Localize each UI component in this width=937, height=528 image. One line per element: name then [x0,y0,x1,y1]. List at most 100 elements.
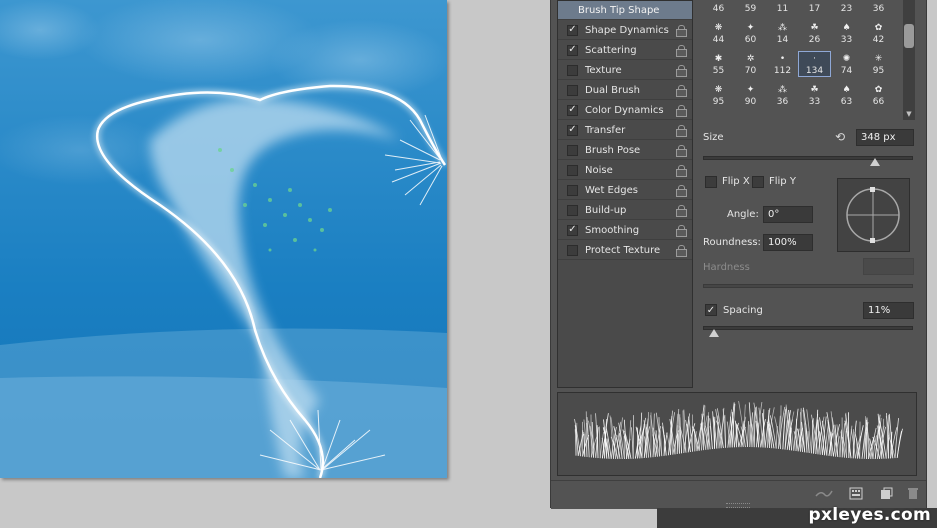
brush-preset-size: 90 [744,97,757,107]
brush-preset-63[interactable]: ♠ 63 [831,83,862,107]
lock-icon[interactable] [676,104,687,117]
preset-scrollbar[interactable]: ▼ [903,0,915,120]
brush-tip-icon: ✦ [746,85,755,95]
brush-option-checkbox[interactable] [567,244,578,256]
lock-icon[interactable] [676,244,687,257]
brush-preset-11[interactable]: •11 [767,0,798,14]
size-label: Size [703,132,724,143]
lock-icon[interactable] [676,144,687,157]
brush-preset-33[interactable]: ☘ 33 [799,83,830,107]
brush-option-protect-texture[interactable]: Protect Texture [558,241,692,260]
brush-option-scattering[interactable]: ✓ Scattering [558,41,692,60]
brush-option-checkbox[interactable]: ✓ [567,124,578,136]
brush-preset-size: 14 [776,35,789,45]
brush-option-brush-pose[interactable]: Brush Pose [558,141,692,160]
brush-option-label: Build-up [585,204,627,216]
brush-option-dual-brush[interactable]: Dual Brush [558,81,692,100]
brush-option-brush-tip-shape[interactable]: Brush Tip Shape [558,1,692,20]
lock-icon[interactable] [676,124,687,137]
lock-icon[interactable] [676,164,687,177]
brush-preset-26[interactable]: ☘ 26 [799,21,830,45]
brush-option-checkbox[interactable] [567,164,578,176]
brush-preset-70[interactable]: ✲ 70 [735,52,766,76]
brush-option-noise[interactable]: Noise [558,161,692,180]
flip-x-label: Flip X [722,176,750,187]
angle-field[interactable]: 0° [763,206,813,223]
brush-preset-44[interactable]: ❋ 44 [703,21,734,45]
brush-preset-36[interactable]: ✳36 [863,0,894,14]
brush-option-checkbox[interactable]: ✓ [567,104,578,116]
brush-preset-55[interactable]: ✱ 55 [703,52,734,76]
brush-option-checkbox[interactable] [567,64,578,76]
brush-preset-60[interactable]: ✦ 60 [735,21,766,45]
brush-preset-17[interactable]: ·17 [799,0,830,14]
lock-icon[interactable] [676,24,687,37]
lock-icon[interactable] [676,224,687,237]
lock-icon[interactable] [676,44,687,57]
brush-option-shape-dynamics[interactable]: ✓ Shape Dynamics [558,21,692,40]
lock-icon[interactable] [676,204,687,217]
brush-panel: Brush Tip Shape ✓ Shape Dynamics ✓ Scatterin… [550,0,927,509]
size-slider-track[interactable] [703,156,913,160]
flip-y-checkbox[interactable] [752,176,764,188]
spacing-value[interactable]: 11% [863,302,914,319]
brush-preset-36[interactable]: ⁂ 36 [767,83,798,107]
brush-option-smoothing[interactable]: ✓ Smoothing [558,221,692,240]
brush-preset-33[interactable]: ♠ 33 [831,21,862,45]
brush-option-transfer[interactable]: ✓ Transfer [558,121,692,140]
spacing-checkbox[interactable]: ✓ [705,304,717,316]
brush-preset-size: 95 [872,66,885,76]
brush-option-color-dynamics[interactable]: ✓ Color Dynamics [558,101,692,120]
brush-option-checkbox[interactable]: ✓ [567,24,578,36]
brush-tip-icon: • [779,54,786,64]
brush-tip-icon: · [813,54,816,64]
size-value[interactable]: 348 px [856,129,914,146]
brush-preset-134[interactable]: · 134 [798,51,831,77]
brush-option-checkbox[interactable] [567,144,578,156]
canvas-artwork[interactable] [0,0,447,478]
lock-icon[interactable] [676,64,687,77]
new-brush-icon[interactable] [879,487,893,500]
preset-scrollbar-thumb[interactable] [904,24,914,48]
brush-preset-23[interactable]: ✺23 [831,0,862,14]
brush-option-checkbox[interactable] [567,204,578,216]
flip-x-checkbox[interactable] [705,176,717,188]
brush-preset-size: 60 [744,35,757,45]
size-slider-thumb[interactable] [870,158,881,166]
reset-size-icon[interactable]: ⟲ [835,130,845,144]
brush-preset-size: 42 [872,35,885,45]
brush-grid-icon[interactable] [849,487,863,500]
brush-preset-14[interactable]: ⁂ 14 [767,21,798,45]
brush-preset-66[interactable]: ✿ 66 [863,83,894,107]
brush-option-build-up[interactable]: Build-up [558,201,692,220]
brush-preset-59[interactable]: ✲59 [735,0,766,14]
brush-tip-icon: ✿ [874,23,883,33]
brush-tip-icon: ✱ [714,54,723,64]
brush-preset-size: 36 [872,4,885,14]
brush-preset-74[interactable]: ✺ 74 [831,52,862,76]
lock-icon[interactable] [676,84,687,97]
brush-option-label: Scattering [585,44,637,56]
brush-preset-42[interactable]: ✿ 42 [863,21,894,45]
brush-preset-90[interactable]: ✦ 90 [735,83,766,107]
brush-preset-95[interactable]: ❋ 95 [703,83,734,107]
brush-option-checkbox[interactable]: ✓ [567,44,578,56]
brush-option-checkbox[interactable] [567,84,578,96]
brush-option-wet-edges[interactable]: Wet Edges [558,181,692,200]
brush-tip-icon: ⁂ [778,85,787,95]
toggle-live-tip-icon[interactable] [815,487,833,500]
roundness-field[interactable]: 100% [763,234,813,251]
spacing-slider-thumb[interactable] [708,329,719,337]
brush-preset-size: 17 [808,4,821,14]
angle-roundness-widget[interactable] [837,178,910,252]
brush-preset-112[interactable]: • 112 [767,52,798,76]
delete-brush-icon[interactable] [907,487,921,500]
brush-option-texture[interactable]: Texture [558,61,692,80]
lock-icon[interactable] [676,184,687,197]
brush-preset-95[interactable]: ✳ 95 [863,52,894,76]
spacing-slider-track[interactable] [703,326,913,330]
brush-option-checkbox[interactable]: ✓ [567,224,578,236]
brush-option-checkbox[interactable] [567,184,578,196]
brush-preset-46[interactable]: ✱46 [703,0,734,14]
scroll-down-arrow-icon[interactable]: ▼ [904,110,914,118]
